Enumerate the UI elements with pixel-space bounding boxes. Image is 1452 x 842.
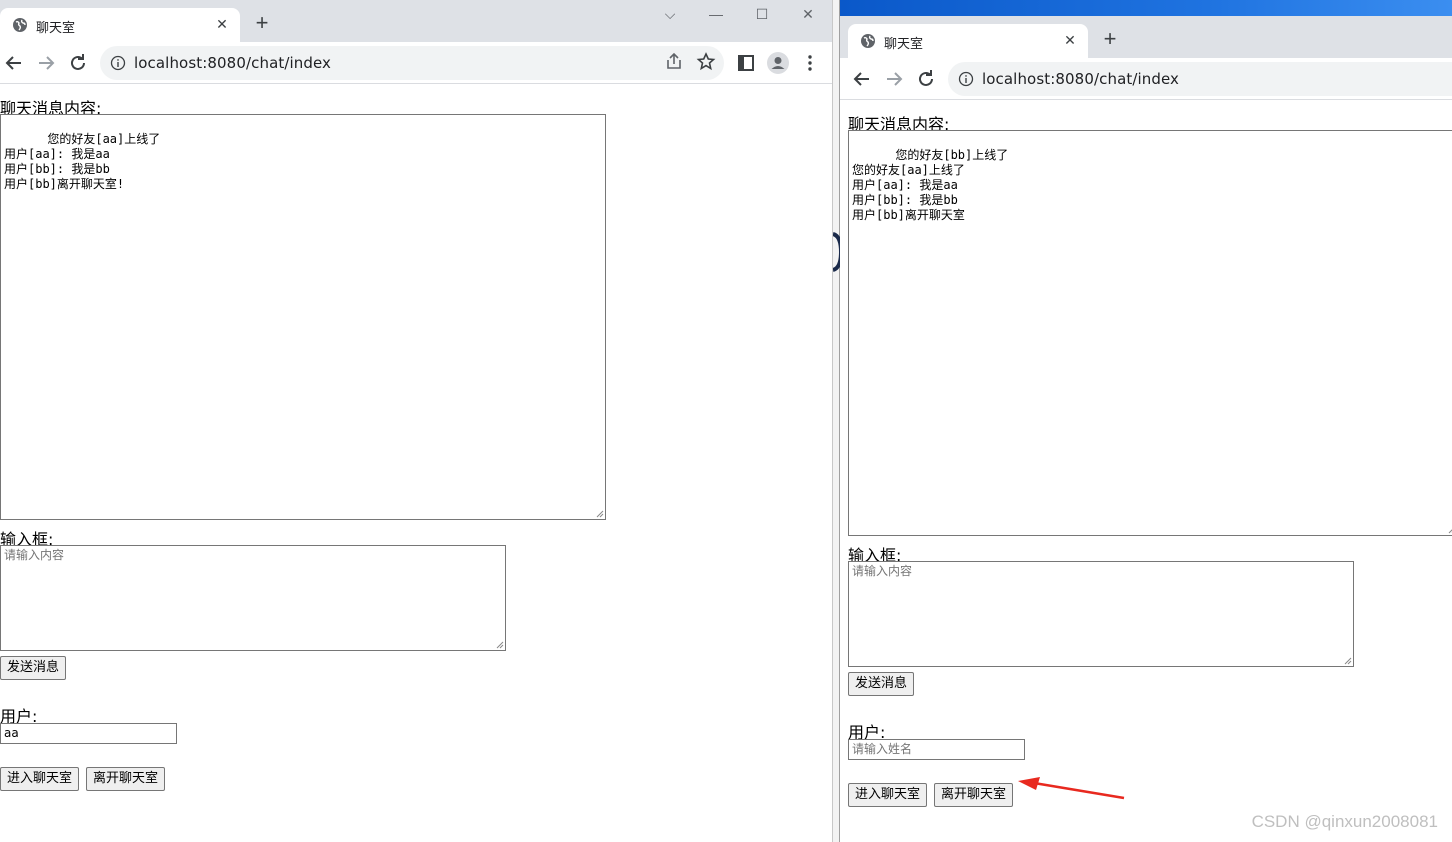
browser-toolbar: localhost:8080/chat/index xyxy=(840,58,1452,100)
globe-icon xyxy=(861,34,875,48)
chat-page: 聊天消息内容: 您的好友[bb]上线了 您的好友[aa]上线了 用户[aa]: … xyxy=(848,101,1452,842)
url-text: localhost:8080/chat/index xyxy=(982,70,1180,88)
info-icon[interactable] xyxy=(958,71,974,87)
back-icon[interactable] xyxy=(2,51,26,75)
resize-handle-icon[interactable] xyxy=(1344,657,1352,665)
watermark: CSDN @qinxun2008081 xyxy=(1251,812,1438,831)
close-tab-icon[interactable]: ✕ xyxy=(1062,32,1078,48)
resize-handle-icon[interactable] xyxy=(496,641,504,649)
messages-text: 您的好友[aa]上线了 用户[aa]: 我是aa 用户[bb]: 我是bb 用户… xyxy=(4,132,161,191)
address-bar[interactable]: localhost:8080/chat/index xyxy=(948,62,1452,96)
messages-textarea[interactable]: 您的好友[aa]上线了 用户[aa]: 我是aa 用户[bb]: 我是bb 用户… xyxy=(0,114,606,520)
window-title-band xyxy=(840,0,1452,16)
maximize-icon[interactable]: ☐ xyxy=(744,4,780,24)
right-browser-window: 聊天室 ✕ + localhost:8080/chat/index 聊天消息内容… xyxy=(840,0,1452,842)
tab-chatroom[interactable]: 聊天室 ✕ xyxy=(0,8,240,42)
share-icon[interactable] xyxy=(662,50,686,74)
username-field[interactable]: 请输入姓名 xyxy=(848,739,1025,760)
message-input-placeholder: 请输入内容 xyxy=(4,548,65,562)
new-tab-icon[interactable]: + xyxy=(1098,28,1122,52)
chat-page: 聊天消息内容: 您的好友[aa]上线了 用户[aa]: 我是aa 用户[bb]:… xyxy=(0,85,832,842)
enter-chatroom-button[interactable]: 进入聊天室 xyxy=(848,783,928,807)
tab-title: 聊天室 xyxy=(884,37,924,52)
globe-icon xyxy=(13,18,27,32)
left-browser-window: 聊天室 ✕ + ⌵ — ☐ ✕ localhost:8080/chat/inde… xyxy=(0,0,832,842)
message-input[interactable]: 请输入内容 xyxy=(848,561,1354,667)
desktop-gap xyxy=(832,0,841,842)
tab-chatroom[interactable]: 聊天室 ✕ xyxy=(848,24,1088,58)
username-field[interactable]: aa xyxy=(0,723,177,744)
new-tab-icon[interactable]: + xyxy=(250,12,274,36)
bookmark-star-icon[interactable] xyxy=(694,50,718,74)
menu-dots-icon[interactable] xyxy=(798,51,822,75)
resize-handle-icon[interactable] xyxy=(596,510,604,518)
info-icon[interactable] xyxy=(110,55,126,71)
send-message-button[interactable]: 发送消息 xyxy=(848,672,915,696)
forward-icon[interactable] xyxy=(882,67,906,91)
profile-avatar-icon[interactable] xyxy=(766,51,790,75)
tab-strip: 聊天室 ✕ + ⌵ — ☐ ✕ xyxy=(0,0,832,42)
send-message-button[interactable]: 发送消息 xyxy=(0,656,67,680)
leave-chatroom-button[interactable]: 离开聊天室 xyxy=(86,767,166,791)
tab-strip: 聊天室 ✕ + xyxy=(840,0,1452,58)
annotation-arrow-icon xyxy=(1018,777,1125,800)
close-window-icon[interactable]: ✕ xyxy=(790,4,826,24)
back-icon[interactable] xyxy=(850,67,874,91)
address-bar[interactable]: localhost:8080/chat/index xyxy=(100,46,724,80)
reload-icon[interactable] xyxy=(914,67,938,91)
minimize-icon[interactable]: — xyxy=(698,4,734,24)
leave-chatroom-button[interactable]: 离开聊天室 xyxy=(934,783,1014,807)
url-text: localhost:8080/chat/index xyxy=(134,54,332,72)
messages-textarea[interactable]: 您的好友[bb]上线了 您的好友[aa]上线了 用户[aa]: 我是aa 用户[… xyxy=(848,130,1452,536)
enter-chatroom-button[interactable]: 进入聊天室 xyxy=(0,767,80,791)
close-tab-icon[interactable]: ✕ xyxy=(214,16,230,32)
resize-handle-icon[interactable] xyxy=(1448,526,1452,534)
side-panel-icon[interactable] xyxy=(734,51,758,75)
tab-title: 聊天室 xyxy=(36,21,76,36)
forward-icon[interactable] xyxy=(34,51,58,75)
browser-toolbar: localhost:8080/chat/index xyxy=(0,42,832,84)
message-input-placeholder: 请输入内容 xyxy=(852,564,913,578)
reload-icon[interactable] xyxy=(66,51,90,75)
messages-text: 您的好友[bb]上线了 您的好友[aa]上线了 用户[aa]: 我是aa 用户[… xyxy=(852,148,1009,222)
message-input[interactable]: 请输入内容 xyxy=(0,545,506,651)
tab-search-icon[interactable]: ⌵ xyxy=(652,4,688,24)
